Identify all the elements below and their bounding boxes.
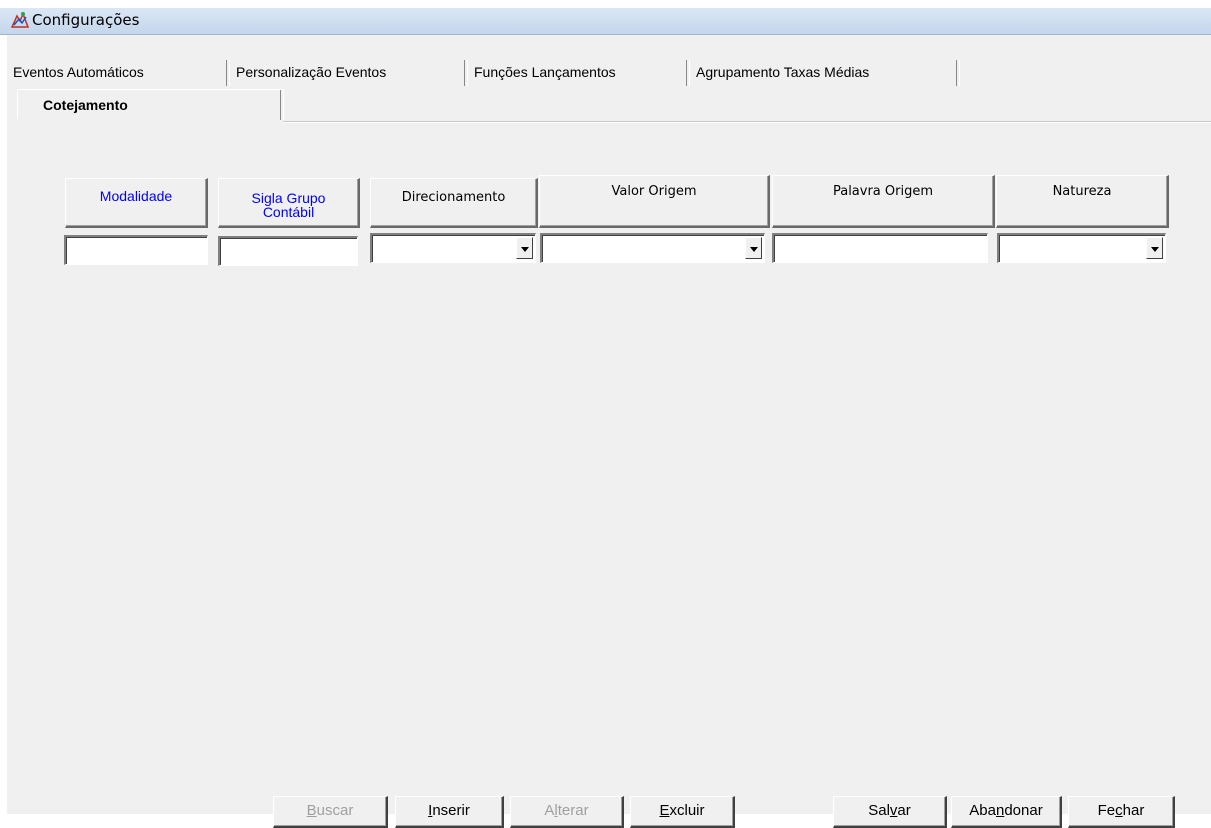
tab-agrupamento-taxas-medias[interactable]: Agrupamento Taxas Médias <box>690 57 960 87</box>
tab-label: Agrupamento Taxas Médias <box>696 64 870 80</box>
tab-label: Eventos Automáticos <box>13 64 144 80</box>
salvar-button[interactable]: Salvar <box>833 796 947 828</box>
abandonar-button[interactable]: Abandonar <box>951 796 1062 828</box>
palavra-origem-input[interactable] <box>772 233 988 263</box>
header-palavra-origem[interactable]: Palavra Origem <box>772 175 995 228</box>
chevron-down-icon[interactable] <box>1146 237 1163 259</box>
config-window: Eventos Automáticos Personalização Event… <box>7 35 1211 828</box>
tab-row-divider <box>283 121 1211 123</box>
tab-label: Cotejamento <box>43 97 128 113</box>
tab-cotejamento[interactable]: Cotejamento <box>17 89 284 120</box>
header-label: Valor Origem <box>611 184 697 199</box>
chevron-down-icon[interactable] <box>745 237 762 259</box>
sigla-grupo-text[interactable] <box>222 239 355 263</box>
buscar-button[interactable]: Buscar <box>273 796 388 828</box>
header-direcionamento[interactable]: Direcionamento <box>370 178 538 228</box>
inserir-button[interactable]: Inserir <box>395 796 504 828</box>
alterar-button[interactable]: Alterar <box>510 796 624 828</box>
header-label: Natureza <box>1052 184 1112 199</box>
header-label: Palavra Origem <box>832 184 934 199</box>
header-label-line1: Sigla Grupo <box>251 189 326 206</box>
app-icon <box>10 12 30 28</box>
tab-label: Funções Lançamentos <box>474 64 616 80</box>
header-modalidade[interactable]: Modalidade <box>65 178 208 228</box>
tab-eventos-automaticos[interactable]: Eventos Automáticos <box>7 57 230 87</box>
modalidade-input[interactable] <box>64 235 208 265</box>
tab-personalizacao-eventos[interactable]: Personalização Eventos <box>230 57 468 87</box>
header-label: Modalidade <box>99 188 173 204</box>
sigla-grupo-contabil-input[interactable] <box>218 236 358 266</box>
natureza-select[interactable] <box>997 233 1166 263</box>
tab-funcoes-lancamentos[interactable]: Funções Lançamentos <box>468 57 690 87</box>
header-label: Direcionamento <box>401 190 506 205</box>
valor-origem-select[interactable] <box>540 233 765 263</box>
header-sigla-grupo-contabil[interactable]: Sigla Grupo Contábil <box>218 178 360 228</box>
header-natureza[interactable]: Natureza <box>996 175 1169 228</box>
header-valor-origem[interactable]: Valor Origem <box>539 175 770 228</box>
modalidade-text[interactable] <box>68 238 205 262</box>
chevron-down-icon[interactable] <box>516 237 533 259</box>
excluir-button[interactable]: Excluir <box>630 796 735 828</box>
palavra-origem-text[interactable] <box>776 236 985 260</box>
window-title: Configurações <box>32 11 140 29</box>
tab-label: Personalização Eventos <box>236 64 387 80</box>
title-bar: Configurações <box>0 8 1211 35</box>
fechar-button[interactable]: Fechar <box>1068 796 1175 828</box>
direcionamento-select[interactable] <box>370 233 536 263</box>
top-strip <box>0 0 1211 8</box>
header-label-line2: Contábil <box>262 203 315 220</box>
